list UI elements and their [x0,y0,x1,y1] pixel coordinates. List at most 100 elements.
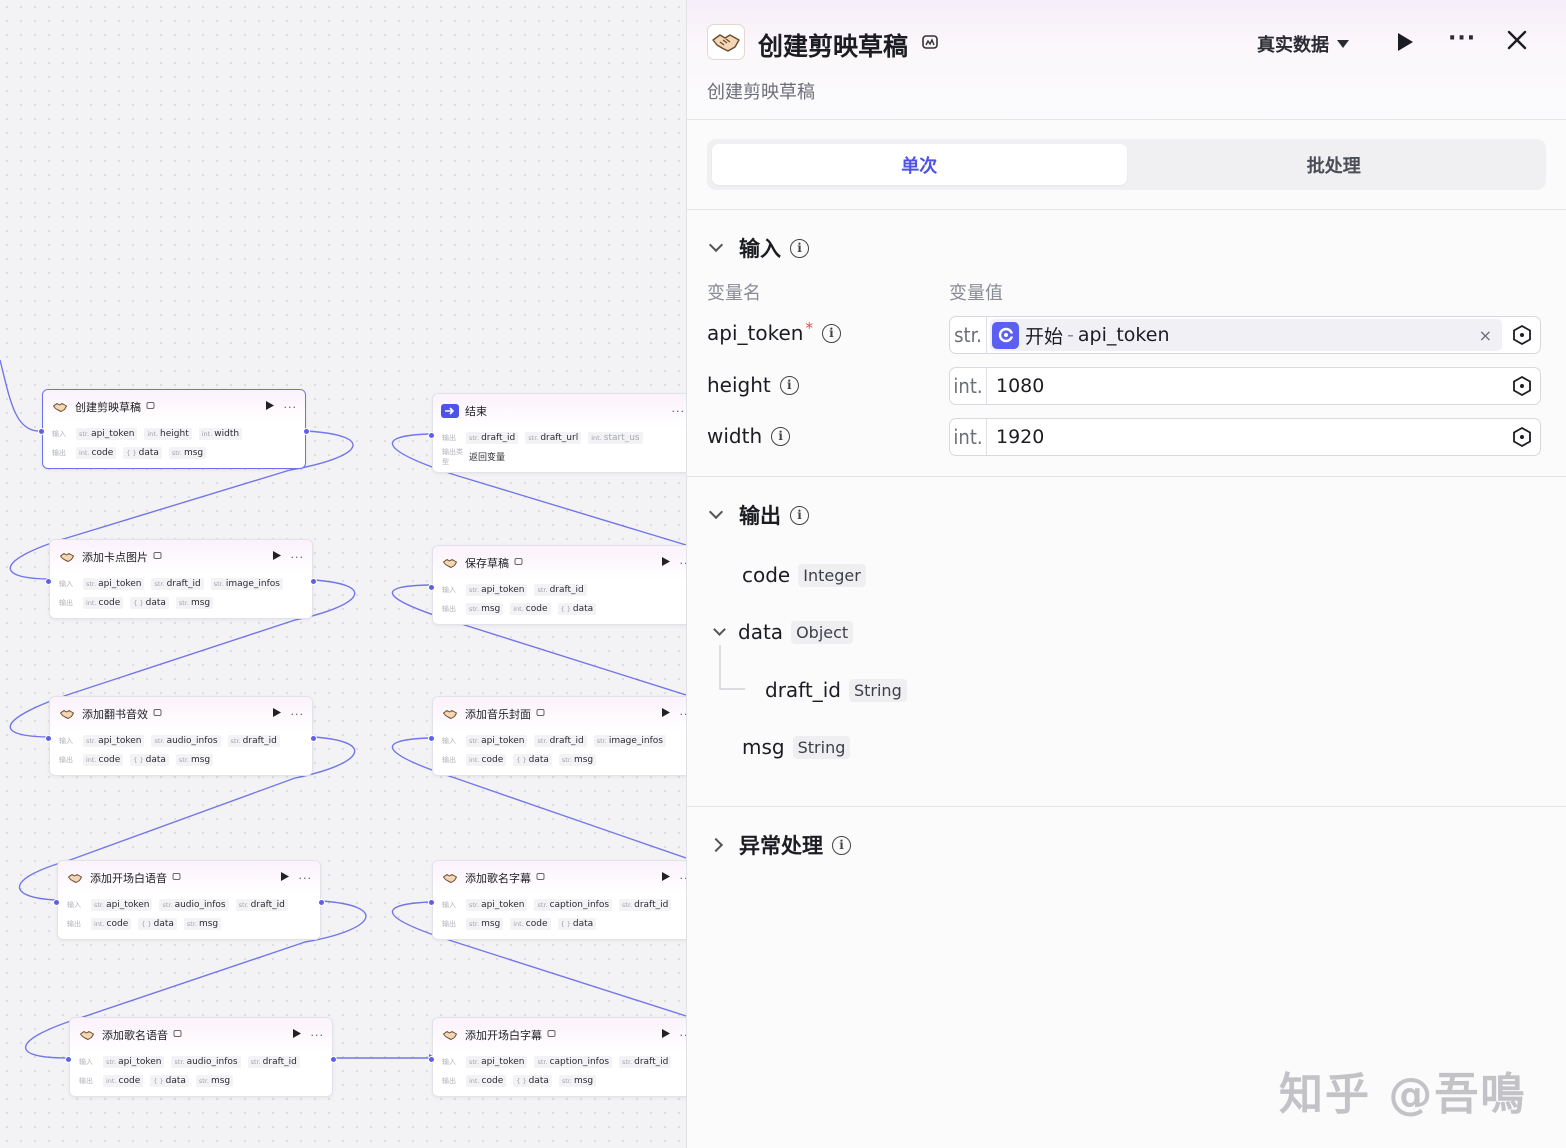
type-label: int. [950,419,987,455]
node-header[interactable]: 添加音乐封面 ··· [433,697,686,731]
node-run-button[interactable] [265,401,274,413]
input-port[interactable] [53,899,60,906]
node-header[interactable]: 添加开场白语音 ··· [58,861,320,895]
node-run-button[interactable] [661,708,670,720]
workflow-node[interactable]: 添加音乐封面···输入str.api_tokenstr.draft_idstr.… [432,696,686,776]
input-section-toggle[interactable]: 输入 i [707,233,809,263]
info-icon[interactable]: i [779,375,799,395]
node-header[interactable]: 保存草稿 ··· [433,546,686,580]
height-field[interactable]: int. 1080 [949,367,1541,405]
param-tag-api-token: str. api_token [466,583,528,596]
row-label: 输入 [59,579,73,588]
node-header[interactable]: 创建剪映草稿 ··· [43,390,305,424]
node-more-button[interactable]: ··· [291,708,305,721]
node-run-button[interactable] [292,1029,301,1041]
edge-start-n1 [0,359,39,432]
workflow-node[interactable]: 添加歌名语音 ··· 输入 str. api_token str. audio_infos s… [69,1017,333,1097]
param-name: api_token [481,1056,525,1067]
node-header[interactable]: 添加歌名语音 ··· [70,1018,332,1052]
input-port[interactable] [45,578,52,585]
tab-single[interactable]: 单次 [712,144,1127,185]
clear-reference-button[interactable]: × [1479,326,1492,345]
data-mode-select[interactable]: 真实数据 [1257,31,1349,57]
node-header[interactable]: 添加翻书音效 ··· [50,697,312,731]
param-tag-draft-id: str. draft_id [619,1055,672,1068]
input-port[interactable] [428,432,435,439]
info-icon[interactable]: i [821,323,841,343]
info-icon[interactable]: i [771,426,791,446]
node-run-button[interactable] [272,708,281,720]
param-name: msg [210,1075,231,1086]
node-header[interactable]: 添加歌名字幕 ··· [433,861,686,895]
param-tag-draft-id: str. draft_id [534,583,587,596]
input-port[interactable] [38,428,45,435]
workflow-node[interactable]: 添加开场白字幕···输入str.api_tokenstr.caption_inf… [432,1017,686,1097]
workflow-node[interactable]: 保存草稿···输入str.api_tokenstr.draft_id输出str.… [432,545,686,625]
param-name: draft_id [634,1056,669,1067]
info-icon[interactable]: i [790,505,809,525]
tab-batch[interactable]: 批处理 [1127,144,1542,185]
param-name: draft_id [166,578,201,589]
variable-picker-icon[interactable] [1510,323,1534,347]
variable-picker-icon[interactable] [1510,425,1534,449]
node-more-button[interactable]: ··· [672,405,686,418]
input-port[interactable] [65,1056,72,1063]
variable-reference-chip[interactable]: 开始 - api_token × [990,319,1502,351]
node-title: 保存草稿 [465,557,509,570]
output-port[interactable] [330,1056,337,1063]
node-output-row: 输出 int. code { } data str. msg [50,593,312,612]
node-output-row: 输出 int. code { } data str. msg [433,750,686,769]
param-type: int. [591,433,602,442]
workflow-canvas[interactable]: 创建剪映草稿 ··· 输入 str. api_token int. height int. wi… [0,0,686,1148]
workflow-node[interactable]: 添加开场白语音 ··· 输入 str. api_token str. audio_infos… [57,860,321,940]
api-token-field[interactable]: str. 开始 - api_token × [949,316,1541,354]
width-field[interactable]: int. 1920 [949,418,1541,456]
variable-picker-icon[interactable] [1510,374,1534,398]
output-item-data[interactable]: data Object [711,620,854,644]
node-run-button[interactable] [661,872,670,884]
node-run-button[interactable] [661,1029,670,1041]
input-port[interactable] [428,584,435,591]
output-port[interactable] [310,735,317,742]
input-port[interactable] [428,1056,435,1063]
node-header[interactable]: 结束 ··· [433,394,686,428]
output-port[interactable] [310,578,317,585]
info-icon[interactable]: i [832,835,851,855]
node-header[interactable]: 添加卡点图片 ··· [50,540,312,574]
param-tag-api-token: str. api_token [466,1055,528,1068]
param-type: { } [516,1076,527,1085]
param-type: { } [126,448,137,457]
error-section-toggle[interactable]: 异常处理 i [707,830,851,860]
run-button[interactable] [1395,31,1415,57]
workflow-node[interactable]: 结束 ··· 输出 str. draft_id str. draft_url int. star… [432,393,686,473]
output-section-toggle[interactable]: 输出 i [707,500,809,530]
close-button[interactable] [1506,29,1528,55]
workflow-node[interactable]: 添加翻书音效 ··· 输入 str. api_token str. audio_infos s… [49,696,313,776]
param-name: data [572,603,594,614]
node-actions: ··· [661,1029,686,1042]
param-tag-audio-infos: str. audio_infos [151,734,221,747]
node-more-button[interactable]: ··· [284,401,298,414]
workflow-node[interactable]: 创建剪映草稿 ··· 输入 str. api_token int. height int. wi… [42,389,306,469]
input-port[interactable] [45,735,52,742]
node-header[interactable]: 添加开场白字幕 ··· [433,1018,686,1052]
node-more-button[interactable]: ··· [311,1029,325,1042]
param-name: msg [481,918,501,929]
info-icon[interactable]: i [790,238,809,258]
node-run-button[interactable] [272,551,281,563]
node-more-button[interactable]: ··· [291,551,305,564]
output-port[interactable] [318,899,325,906]
node-run-button[interactable] [661,557,670,569]
more-button[interactable]: ··· [1448,26,1476,51]
height-value[interactable]: 1080 [987,375,1510,397]
width-value[interactable]: 1920 [987,426,1510,448]
node-input-row: 输入 str. api_token str. draft_id [433,580,686,599]
workflow-node[interactable]: 添加卡点图片 ··· 输入 str. api_token str. draft_id str.… [49,539,313,619]
input-port[interactable] [428,899,435,906]
node-run-button[interactable] [280,872,289,884]
output-port[interactable] [303,428,310,435]
chevron-down-icon[interactable] [713,622,726,636]
input-port[interactable] [428,735,435,742]
workflow-node[interactable]: 添加歌名字幕···输入str.api_tokenstr.caption_info… [432,860,686,940]
node-more-button[interactable]: ··· [299,872,313,885]
